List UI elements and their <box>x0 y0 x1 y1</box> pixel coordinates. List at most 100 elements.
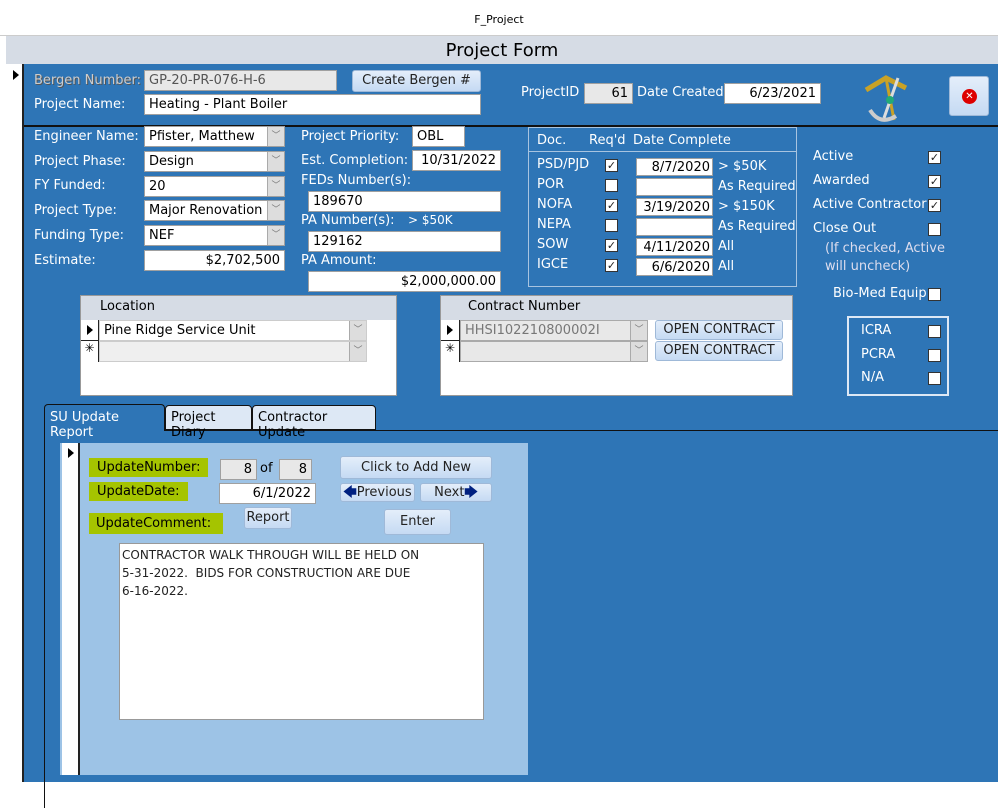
tab-su-update-report[interactable]: SU Update Report <box>44 404 165 440</box>
pa-number-field[interactable]: 129162 <box>308 231 501 252</box>
engineer-combo[interactable]: Pfister, Matthew ﹀ <box>144 126 285 147</box>
contract-value: HHSI102210800002I <box>465 323 600 338</box>
update-comment-textarea[interactable]: CONTRACTOR WALK THROUGH WILL BE HELD ON … <box>119 543 484 720</box>
feds-field[interactable]: 189670 <box>308 191 501 212</box>
chevron-down-icon[interactable]: ﹀ <box>267 152 284 171</box>
update-subform: UpdateNumber: 8 of 8 UpdateDate: 6/1/202… <box>60 443 528 775</box>
completion-field[interactable]: 10/31/2022 <box>412 150 501 171</box>
arrow-left-icon: 🡄 <box>343 485 357 500</box>
report-button[interactable]: Report <box>244 507 292 529</box>
close-form-button[interactable]: ✕ <box>949 76 989 116</box>
awarded-label: Awarded <box>813 173 870 188</box>
previous-button[interactable]: 🡄Previous <box>340 483 415 502</box>
current-record-icon <box>68 448 74 458</box>
chevron-down-icon[interactable]: ﹀ <box>267 201 284 220</box>
active-contractor-label: Active Contractor <box>813 197 927 212</box>
doc-required-checkbox[interactable] <box>605 179 618 192</box>
update-record-selector[interactable] <box>62 443 80 775</box>
form-header: Project Form <box>6 36 998 64</box>
update-date-label: UpdateDate: <box>89 482 188 501</box>
next-button[interactable]: Next🡆 <box>420 483 492 502</box>
chevron-down-icon[interactable]: ﹀ <box>349 321 366 340</box>
date-created-field[interactable]: 6/23/2021 <box>724 83 821 104</box>
contract-header: Contract Number <box>441 296 792 320</box>
doc-required-checkbox[interactable]: ✓ <box>605 239 618 252</box>
date-col-header: Date Complete <box>633 133 731 148</box>
doc-required-checkbox[interactable]: ✓ <box>605 159 618 172</box>
doc-name: IGCE <box>537 257 569 272</box>
fy-value: 20 <box>149 179 166 194</box>
active-checkbox[interactable]: ✓ <box>928 151 941 164</box>
priority-field[interactable]: OBL <box>412 126 465 147</box>
funding-value: NEF <box>149 228 175 243</box>
contract-new-combo[interactable]: ﹀ <box>460 341 648 362</box>
contract-combo[interactable]: HHSI102210800002I ﹀ <box>460 320 648 341</box>
enter-button[interactable]: Enter <box>384 509 451 535</box>
na-checkbox[interactable] <box>928 372 941 385</box>
doc-date-field[interactable]: 8/7/2020 <box>636 158 713 176</box>
phase-combo[interactable]: Design ﹀ <box>144 151 285 172</box>
location-subform: Location Pine Ridge Service Unit ﹀ ✳ ﹀ <box>80 295 397 396</box>
doc-date-field[interactable]: 4/11/2020 <box>636 238 713 256</box>
priority-label: Project Priority: <box>301 129 400 144</box>
doc-date-field[interactable] <box>636 218 713 236</box>
phase-value: Design <box>149 154 194 169</box>
update-date-field[interactable]: 6/1/2022 <box>219 483 316 504</box>
awarded-checkbox[interactable]: ✓ <box>928 175 941 188</box>
chevron-down-icon[interactable]: ﹀ <box>267 226 284 245</box>
req-col-header: Req'd <box>589 133 626 148</box>
pcra-checkbox[interactable] <box>928 349 941 362</box>
doc-note: > $50K <box>718 159 767 174</box>
chevron-down-icon[interactable]: ﹀ <box>267 127 284 146</box>
pa-amount-field[interactable]: $2,000,000.00 <box>308 271 501 292</box>
doc-note: > $150K <box>718 199 775 214</box>
doc-name: NOFA <box>537 197 573 212</box>
next-label: Next <box>434 485 465 500</box>
window-title-bar: F_Project <box>0 0 998 36</box>
doc-required-checkbox[interactable]: ✓ <box>605 199 618 212</box>
active-contractor-checkbox[interactable]: ✓ <box>928 199 941 212</box>
close-out-checkbox[interactable] <box>928 223 941 236</box>
estimate-field[interactable]: $2,702,500 <box>144 250 285 271</box>
tab-project-diary[interactable]: Project Diary <box>165 405 252 440</box>
add-new-button[interactable]: Click to Add New <box>340 456 492 479</box>
projectid-label: ProjectID <box>521 85 580 100</box>
doc-date-field[interactable]: 3/19/2020 <box>636 198 713 216</box>
bergen-number-field[interactable]: GP-20-PR-076-H-6 <box>144 70 337 91</box>
doc-required-checkbox[interactable] <box>605 219 618 232</box>
chevron-down-icon[interactable]: ﹀ <box>349 342 366 361</box>
doc-note: All <box>718 259 735 274</box>
open-contract-button-new[interactable]: OPEN CONTRACT <box>655 341 783 361</box>
open-contract-button[interactable]: OPEN CONTRACT <box>655 320 783 340</box>
doc-date-field[interactable]: 6/6/2020 <box>636 258 713 276</box>
pa-note: > $50K <box>408 213 453 227</box>
record-selector[interactable] <box>6 64 24 782</box>
type-combo[interactable]: Major Renovation ﹀ <box>144 200 285 221</box>
chevron-down-icon[interactable]: ﹀ <box>630 342 647 361</box>
update-number-label: UpdateNumber: <box>89 458 209 477</box>
doc-name: POR <box>537 177 565 192</box>
create-bergen-button[interactable]: Create Bergen # <box>352 70 481 92</box>
icra-checkbox[interactable] <box>928 325 941 338</box>
phase-label: Project Phase: <box>34 154 126 169</box>
pa-amount-label: PA Amount: <box>301 253 377 268</box>
location-new-combo[interactable]: ﹀ <box>99 341 367 362</box>
project-name-field[interactable]: Heating - Plant Boiler <box>144 94 481 115</box>
doc-date-field[interactable] <box>636 178 713 196</box>
project-form: Bergen Number: GP-20-PR-076-H-6 Create B… <box>24 64 998 808</box>
doc-required-checkbox[interactable]: ✓ <box>605 259 618 272</box>
current-record-icon <box>13 70 19 80</box>
location-value: Pine Ridge Service Unit <box>104 323 256 338</box>
tab-contractor-update[interactable]: Contractor Update <box>252 405 376 440</box>
location-combo[interactable]: Pine Ridge Service Unit ﹀ <box>99 320 367 341</box>
funding-label: Funding Type: <box>34 228 124 243</box>
biomed-checkbox[interactable] <box>928 288 941 301</box>
fy-combo[interactable]: 20 ﹀ <box>144 176 285 197</box>
arrow-right-icon: 🡆 <box>464 485 478 500</box>
new-row-icon: ✳ <box>81 341 99 362</box>
chevron-down-icon[interactable]: ﹀ <box>630 321 647 340</box>
funding-combo[interactable]: NEF ﹀ <box>144 225 285 246</box>
current-row-icon <box>87 325 93 335</box>
bergen-label: Bergen Number: <box>34 73 142 88</box>
chevron-down-icon[interactable]: ﹀ <box>267 177 284 196</box>
